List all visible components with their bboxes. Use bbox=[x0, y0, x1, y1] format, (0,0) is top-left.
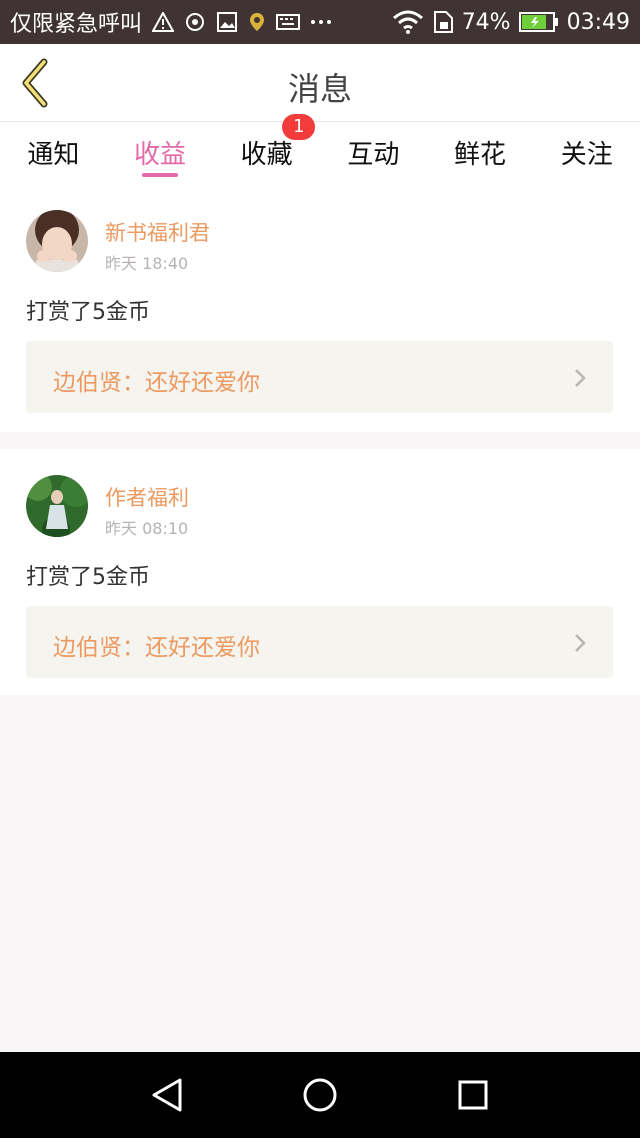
clock: 03:49 bbox=[566, 9, 630, 35]
nfc-icon bbox=[184, 11, 206, 33]
quoted-comment-text: 边伯贤：还好还爱你 bbox=[53, 635, 260, 661]
tab-label: 收益 bbox=[134, 140, 187, 170]
message-card: 新书福利君 昨天 18:40 打赏了5金币 边伯贤：还好还爱你 bbox=[0, 184, 640, 432]
message-card: 作者福利 昨天 08:10 打赏了5金币 边伯贤：还好还爱你 bbox=[0, 449, 640, 695]
tab-interaction[interactable]: 互动 bbox=[320, 122, 427, 184]
system-nav-bar bbox=[0, 1052, 640, 1138]
sender-name[interactable]: 新书福利君 bbox=[105, 217, 210, 247]
tab-bar: 通知 收益 收藏 1 互动 鲜花 关注 bbox=[0, 114, 640, 184]
circle-home-icon bbox=[303, 1078, 337, 1112]
message-text: 打赏了5金币 bbox=[26, 565, 150, 590]
sender-name[interactable]: 作者福利 bbox=[105, 482, 189, 512]
tab-active-indicator bbox=[142, 173, 178, 177]
nav-recents-button[interactable] bbox=[443, 1065, 503, 1125]
carrier-text: 仅限紧急呼叫 bbox=[10, 12, 143, 37]
tab-label: 通知 bbox=[27, 140, 80, 170]
message-time: 昨天 08:10 bbox=[105, 519, 189, 538]
tab-flowers[interactable]: 鲜花 bbox=[427, 122, 534, 184]
triangle-back-icon bbox=[152, 1078, 182, 1112]
quoted-comment-text: 边伯贤：还好还爱你 bbox=[53, 370, 260, 396]
page-title: 消息 bbox=[287, 70, 352, 108]
tab-label: 关注 bbox=[560, 140, 613, 170]
quoted-comment[interactable]: 边伯贤：还好还爱你 bbox=[26, 341, 613, 413]
message-time: 昨天 18:40 bbox=[105, 254, 189, 273]
battery-icon bbox=[518, 11, 559, 33]
tab-favorites[interactable]: 收藏 1 bbox=[213, 114, 320, 184]
message-text: 打赏了5金币 bbox=[26, 300, 150, 325]
chevron-right-icon bbox=[575, 634, 586, 652]
avatar[interactable] bbox=[26, 210, 88, 272]
tab-notice[interactable]: 通知 bbox=[0, 122, 107, 184]
more-icon bbox=[310, 18, 332, 26]
battery-percent: 74% bbox=[461, 9, 511, 35]
tab-label: 鲜花 bbox=[454, 140, 507, 170]
wifi-icon bbox=[392, 10, 424, 34]
keyboard-icon bbox=[276, 13, 301, 31]
status-bar: 仅限紧急呼叫 74% 03:49 bbox=[0, 0, 640, 44]
avatar[interactable] bbox=[26, 475, 88, 537]
tab-label: 互动 bbox=[347, 140, 400, 170]
nav-back-button[interactable] bbox=[137, 1065, 197, 1125]
sim-icon bbox=[432, 10, 454, 34]
tab-earnings[interactable]: 收益 bbox=[107, 122, 214, 184]
warning-icon bbox=[152, 12, 175, 32]
chevron-right-icon bbox=[575, 369, 586, 387]
app-bar: 消息 bbox=[0, 44, 640, 122]
square-recents-icon bbox=[458, 1080, 488, 1110]
tab-label: 收藏 bbox=[240, 140, 293, 170]
notification-badge: 1 bbox=[282, 114, 316, 140]
location-icon bbox=[248, 11, 266, 33]
image-icon bbox=[216, 11, 238, 33]
nav-home-button[interactable] bbox=[290, 1065, 350, 1125]
quoted-comment[interactable]: 边伯贤：还好还爱你 bbox=[26, 606, 613, 678]
tab-follow[interactable]: 关注 bbox=[533, 122, 640, 184]
